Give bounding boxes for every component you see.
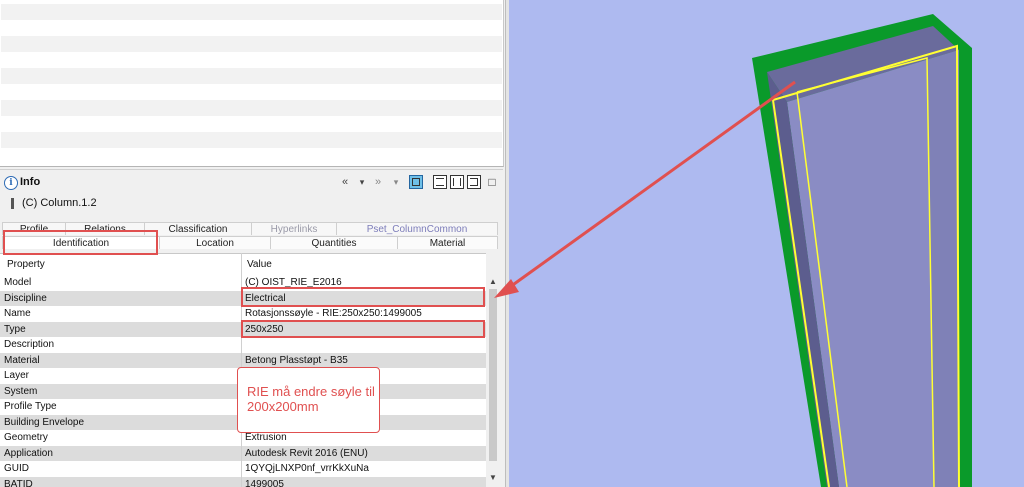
column-header-value[interactable]: Value [247,259,272,270]
tab-quantities[interactable]: Quantities [270,236,398,249]
table-row[interactable]: GUID 1QYQjLNXP0nf_vrrKkXuNa [0,461,486,476]
tab-hyperlinks[interactable]: Hyperlinks [251,222,337,235]
selected-element: (C) Column.1.2 [4,197,97,209]
scroll-down-icon[interactable]: ▼ [489,473,497,482]
property-name: Geometry [4,432,48,443]
property-value: Rotasjonssøyle - RIE:250x250:1499005 [245,308,422,319]
property-value: Autodesk Revit 2016 (ENU) [245,448,368,459]
table-row[interactable]: Material Betong Plasstøpt - B35 [0,353,486,368]
annotation-note: RIE må endre søyle til 200x200mm [237,367,380,433]
scrollbar-thumb[interactable] [489,289,497,461]
property-name: Profile Type [4,401,57,412]
property-name: GUID [4,463,29,474]
list-row[interactable] [1,68,502,84]
column-3d-model[interactable] [509,0,1024,487]
property-name: System [4,386,38,397]
property-name: Name [4,308,31,319]
list-row[interactable] [1,100,502,116]
property-name: Description [4,339,55,350]
property-value: 1499005 [245,479,284,487]
tab-pset-columncommon[interactable]: Pset_ColumnCommon [336,222,498,235]
table-row[interactable]: Name Rotasjonssøyle - RIE:250x250:1499005 [0,306,486,321]
grid-header: Property Value [0,254,486,276]
property-name: Layer [4,370,30,381]
info-icon: i [4,176,18,190]
property-name: BATID [4,479,33,487]
identification-tab-highlight [3,230,158,255]
column-header-property[interactable]: Property [7,259,45,270]
maximize-icon[interactable]: □ [486,175,498,189]
object-tree-list[interactable] [0,0,504,167]
tab-material[interactable]: Material [397,236,498,249]
property-name: Material [4,355,40,366]
info-panel-title: Info [20,176,41,188]
info-panel-header: i Info « ▾ » ▾ □ (C) Column.1.2 [0,169,503,218]
expand-all-icon[interactable] [433,175,447,189]
property-name: Application [4,448,53,459]
list-row[interactable] [1,4,502,20]
scroll-up-icon[interactable]: ▲ [489,277,497,286]
property-name: Building Envelope [4,417,85,428]
list-row[interactable] [1,36,502,52]
discipline-highlight [241,287,485,307]
property-value: Betong Plasstøpt - B35 [245,355,348,366]
3d-viewport[interactable] [509,0,1024,487]
forward-dropdown-icon[interactable]: ▾ [391,175,401,189]
property-value: 1QYQjLNXP0nf_vrrKkXuNa [245,463,369,474]
annotation-note-text: RIE må endre søyle til 200x200mm [247,384,375,414]
back-dropdown-icon[interactable]: ▾ [357,175,367,189]
list-row[interactable] [1,132,502,148]
property-name: Type [4,324,26,335]
tab-location[interactable]: Location [159,236,271,249]
table-row[interactable]: Description [0,337,486,352]
type-highlight [241,320,485,338]
list-view-icon[interactable] [467,175,481,189]
forward-icon[interactable]: » [372,175,384,189]
collapse-all-icon[interactable] [450,175,464,189]
property-name: Model [4,277,32,288]
tab-classification[interactable]: Classification [144,222,252,235]
sync-selection-icon[interactable] [409,175,423,189]
table-row[interactable]: Application Autodesk Revit 2016 (ENU) [0,446,486,461]
selected-element-label: (C) Column.1.2 [22,197,97,209]
column-icon [11,197,14,209]
grid-scrollbar[interactable]: ▲ ▼ [486,275,500,487]
table-row[interactable]: BATID 1499005 [0,477,486,487]
back-icon[interactable]: « [339,175,351,189]
property-name: Discipline [4,293,47,304]
